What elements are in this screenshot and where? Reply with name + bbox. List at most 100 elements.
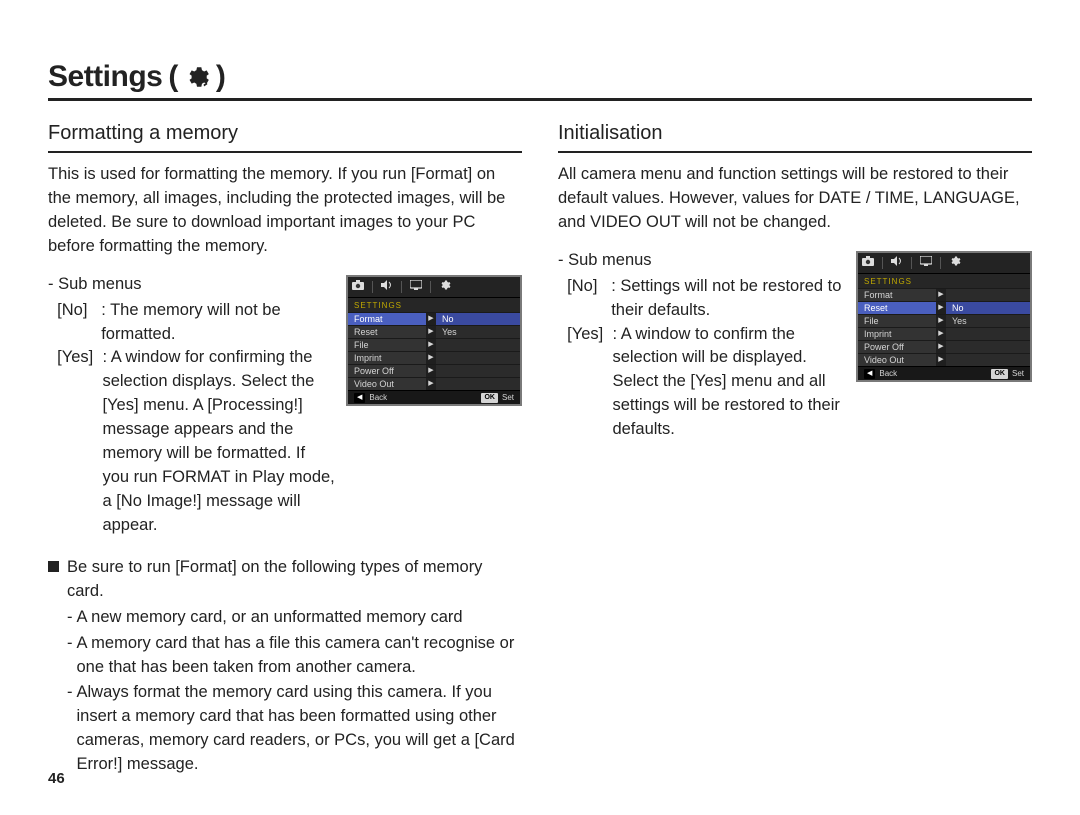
- opt-no-key: [No]: [48, 299, 101, 347]
- right-intro: All camera menu and function settings wi…: [558, 163, 1032, 235]
- title-paren-close: ): [216, 60, 226, 94]
- page-title: Settings: [48, 60, 162, 94]
- menu-row-label: Format: [858, 289, 936, 301]
- menu-row-value: Yes: [946, 315, 1030, 327]
- opt-yes-val: : A window for confirming the selection …: [102, 346, 336, 537]
- menu-row-label: File: [348, 339, 426, 351]
- right-opt-yes: [Yes] : A window to confirm the selectio…: [558, 323, 846, 443]
- footer-back: Back: [879, 368, 897, 380]
- sound-icon: [891, 256, 903, 270]
- submenus-label: - Sub menus: [48, 273, 336, 297]
- title-paren-open: (: [168, 60, 178, 94]
- chevron-right-icon: ▶: [936, 315, 946, 327]
- menu-row-value: [946, 289, 1030, 301]
- menu-row-value: No: [436, 313, 520, 325]
- menu-row-label: File: [858, 315, 936, 327]
- menu-row: Video Out▶: [858, 353, 1030, 366]
- tip3: Always format the memory card using this…: [77, 681, 523, 777]
- right-screen-figure: SETTINGS Format▶Reset▶NoFile▶YesImprint▶…: [856, 251, 1032, 383]
- screen-tabs: [348, 277, 520, 298]
- display-icon: [410, 280, 422, 294]
- opt-yes-key: [Yes]: [48, 346, 102, 537]
- menu-row-label: Imprint: [858, 328, 936, 340]
- menu-row-label: Reset: [858, 302, 936, 314]
- left-heading: Formatting a memory: [48, 119, 522, 153]
- menu-row-label: Format: [348, 313, 426, 325]
- chevron-right-icon: ▶: [936, 302, 946, 314]
- screen-rows: Format▶NoReset▶YesFile▶Imprint▶Power Off…: [348, 312, 520, 390]
- right-heading: Initialisation: [558, 119, 1032, 153]
- sound-icon: [381, 280, 393, 294]
- gear-tab-icon: [949, 255, 961, 271]
- chevron-right-icon: ▶: [936, 354, 946, 366]
- menu-row-value: [946, 341, 1030, 353]
- left-column: Formatting a memory This is used for for…: [48, 119, 522, 777]
- menu-row-value: Yes: [436, 326, 520, 338]
- back-arrow-icon: ◀: [354, 393, 365, 403]
- left-opt-no: [No] : The memory will not be formatted.: [48, 299, 336, 347]
- screen-title: SETTINGS: [348, 298, 520, 313]
- tip-head-text: Be sure to run [Format] on the following…: [67, 556, 522, 604]
- footer-back: Back: [369, 392, 387, 404]
- left-submenus: - Sub menus [No] : The memory will not b…: [48, 273, 336, 538]
- menu-row: Format▶No: [348, 312, 520, 325]
- menu-row: Format▶: [858, 288, 1030, 301]
- gear-icon: [184, 64, 210, 90]
- menu-row-value: [436, 378, 520, 390]
- footer-set: Set: [1012, 368, 1024, 380]
- display-icon: [920, 256, 932, 270]
- camera-icon: [862, 256, 874, 270]
- menu-row: Imprint▶: [348, 351, 520, 364]
- chevron-right-icon: ▶: [426, 378, 436, 390]
- menu-row: Imprint▶: [858, 327, 1030, 340]
- menu-row-label: Imprint: [348, 352, 426, 364]
- chevron-right-icon: ▶: [426, 352, 436, 364]
- back-arrow-icon: ◀: [864, 369, 875, 379]
- opt-no-key: [No]: [558, 275, 611, 323]
- menu-row-value: No: [946, 302, 1030, 314]
- screen-footer: ◀ Back OK Set: [858, 366, 1030, 380]
- menu-row: Power Off▶: [348, 364, 520, 377]
- chevron-right-icon: ▶: [936, 289, 946, 301]
- tip1: A new memory card, or an unformatted mem…: [77, 606, 463, 630]
- menu-row-label: Power Off: [858, 341, 936, 353]
- chevron-right-icon: ▶: [426, 313, 436, 325]
- square-bullet-icon: [48, 561, 59, 572]
- right-opt-no: [No] : Settings will not be restored to …: [558, 275, 846, 323]
- opt-no-val: : The memory will not be formatted.: [101, 299, 336, 347]
- screen-footer: ◀ Back OK Set: [348, 390, 520, 404]
- menu-row-label: Video Out: [348, 378, 426, 390]
- menu-row-label: Power Off: [348, 365, 426, 377]
- opt-no-val: : Settings will not be restored to their…: [611, 275, 846, 323]
- left-screen-figure: SETTINGS Format▶NoReset▶YesFile▶Imprint▶…: [346, 275, 522, 407]
- menu-row-value: [946, 354, 1030, 366]
- menu-row: File▶: [348, 338, 520, 351]
- opt-yes-val: : A window to confirm the selection will…: [612, 323, 846, 443]
- left-tips: Be sure to run [Format] on the following…: [48, 556, 522, 777]
- submenus-label: - Sub menus: [558, 249, 846, 273]
- page-title-bar: Settings ( ): [48, 60, 1032, 101]
- menu-row: File▶Yes: [858, 314, 1030, 327]
- right-column: Initialisation All camera menu and funct…: [558, 119, 1032, 777]
- screen-tabs: [858, 253, 1030, 274]
- chevron-right-icon: ▶: [936, 328, 946, 340]
- menu-row: Reset▶Yes: [348, 325, 520, 338]
- menu-row: Video Out▶: [348, 377, 520, 390]
- chevron-right-icon: ▶: [426, 326, 436, 338]
- screen-rows: Format▶Reset▶NoFile▶YesImprint▶Power Off…: [858, 288, 1030, 366]
- chevron-right-icon: ▶: [426, 365, 436, 377]
- gear-tab-icon: [439, 279, 451, 295]
- footer-ok: OK: [481, 393, 498, 403]
- menu-row: Power Off▶: [858, 340, 1030, 353]
- right-submenus: - Sub menus [No] : Settings will not be …: [558, 249, 846, 442]
- left-opt-yes: [Yes] : A window for confirming the sele…: [48, 346, 336, 537]
- chevron-right-icon: ▶: [936, 341, 946, 353]
- menu-row-value: [946, 328, 1030, 340]
- footer-ok: OK: [991, 369, 1008, 379]
- screen-title: SETTINGS: [858, 274, 1030, 289]
- menu-row-value: [436, 339, 520, 351]
- left-intro: This is used for formatting the memory. …: [48, 163, 522, 259]
- footer-set: Set: [502, 392, 514, 404]
- opt-yes-key: [Yes]: [558, 323, 612, 443]
- menu-row-label: Reset: [348, 326, 426, 338]
